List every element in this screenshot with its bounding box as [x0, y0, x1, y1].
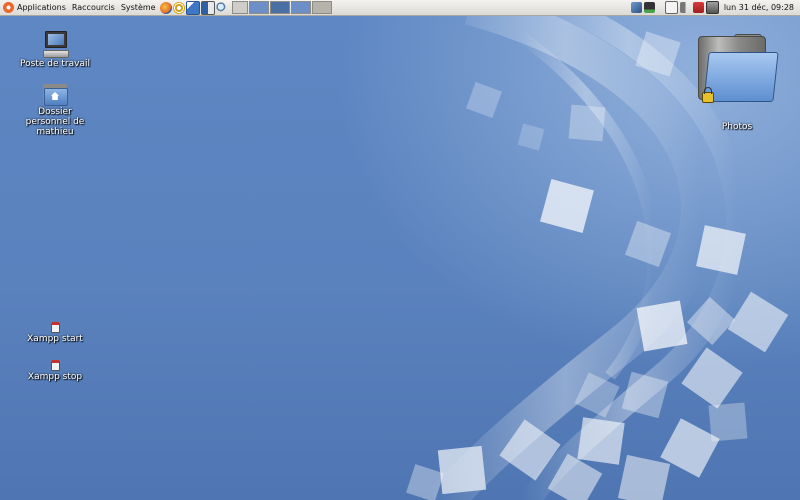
workspace-3-switcher[interactable] — [290, 1, 311, 14]
dictionary-icon[interactable] — [200, 0, 215, 15]
xampp-stop-desktop-icon[interactable]: Xampp stop — [20, 359, 90, 382]
photos-folder-desktop-icon[interactable]: Photos — [694, 32, 780, 132]
network-icon[interactable] — [630, 2, 642, 13]
computer-desktop-icon[interactable]: Poste de travail — [20, 30, 90, 69]
home-folder-icon — [42, 82, 68, 106]
firefox-icon[interactable] — [159, 1, 172, 14]
workspace-2-switcher[interactable] — [269, 1, 290, 14]
computer-icon-label: Poste de travail — [20, 59, 90, 69]
monitor-icon[interactable] — [643, 2, 655, 13]
system-menu[interactable]: Système — [118, 0, 159, 15]
photos-folder-label: Photos — [721, 122, 753, 132]
applications-menu[interactable]: Applications — [0, 0, 69, 15]
writer-icon[interactable] — [185, 0, 200, 15]
system-menu-label: Système — [120, 3, 156, 12]
home-folder-label: Dossier personnel de mathieu — [25, 107, 85, 137]
desktop[interactable]: Poste de travail Dossier personnel de ma… — [0, 16, 800, 500]
wallpaper-art — [406, 16, 789, 500]
clock[interactable]: lun 31 déc, 09:28 — [719, 3, 800, 12]
lock-icon — [702, 87, 714, 103]
ubuntu-logo-icon — [3, 2, 14, 13]
xampp-start-desktop-icon[interactable]: Xampp start — [20, 321, 90, 344]
applications-menu-label: Applications — [17, 3, 66, 12]
workspace-1-switcher[interactable] — [248, 1, 269, 14]
places-menu-label: Raccourcis — [71, 3, 115, 12]
top-panel: Applications Raccourcis Système lun 31 d… — [0, 0, 800, 16]
computer-icon — [43, 30, 69, 58]
places-menu[interactable]: Raccourcis — [69, 0, 118, 15]
display-icon[interactable] — [705, 1, 719, 14]
xampp-stop-label: Xampp stop — [27, 372, 83, 382]
clipboard-icon[interactable] — [664, 1, 678, 14]
script-icon — [50, 321, 60, 333]
power-icon[interactable] — [692, 2, 704, 13]
workspace-0-switcher[interactable] — [231, 1, 248, 14]
help-icon[interactable] — [172, 1, 185, 14]
search-icon[interactable] — [215, 1, 228, 14]
xampp-start-label: Xampp start — [27, 334, 83, 344]
home-folder-desktop-icon[interactable]: Dossier personnel de mathieu — [20, 82, 90, 137]
photos-folder-icon — [694, 32, 780, 108]
volume-icon[interactable] — [679, 2, 691, 13]
workspace-4-switcher[interactable] — [311, 1, 332, 14]
script-icon — [50, 359, 60, 371]
